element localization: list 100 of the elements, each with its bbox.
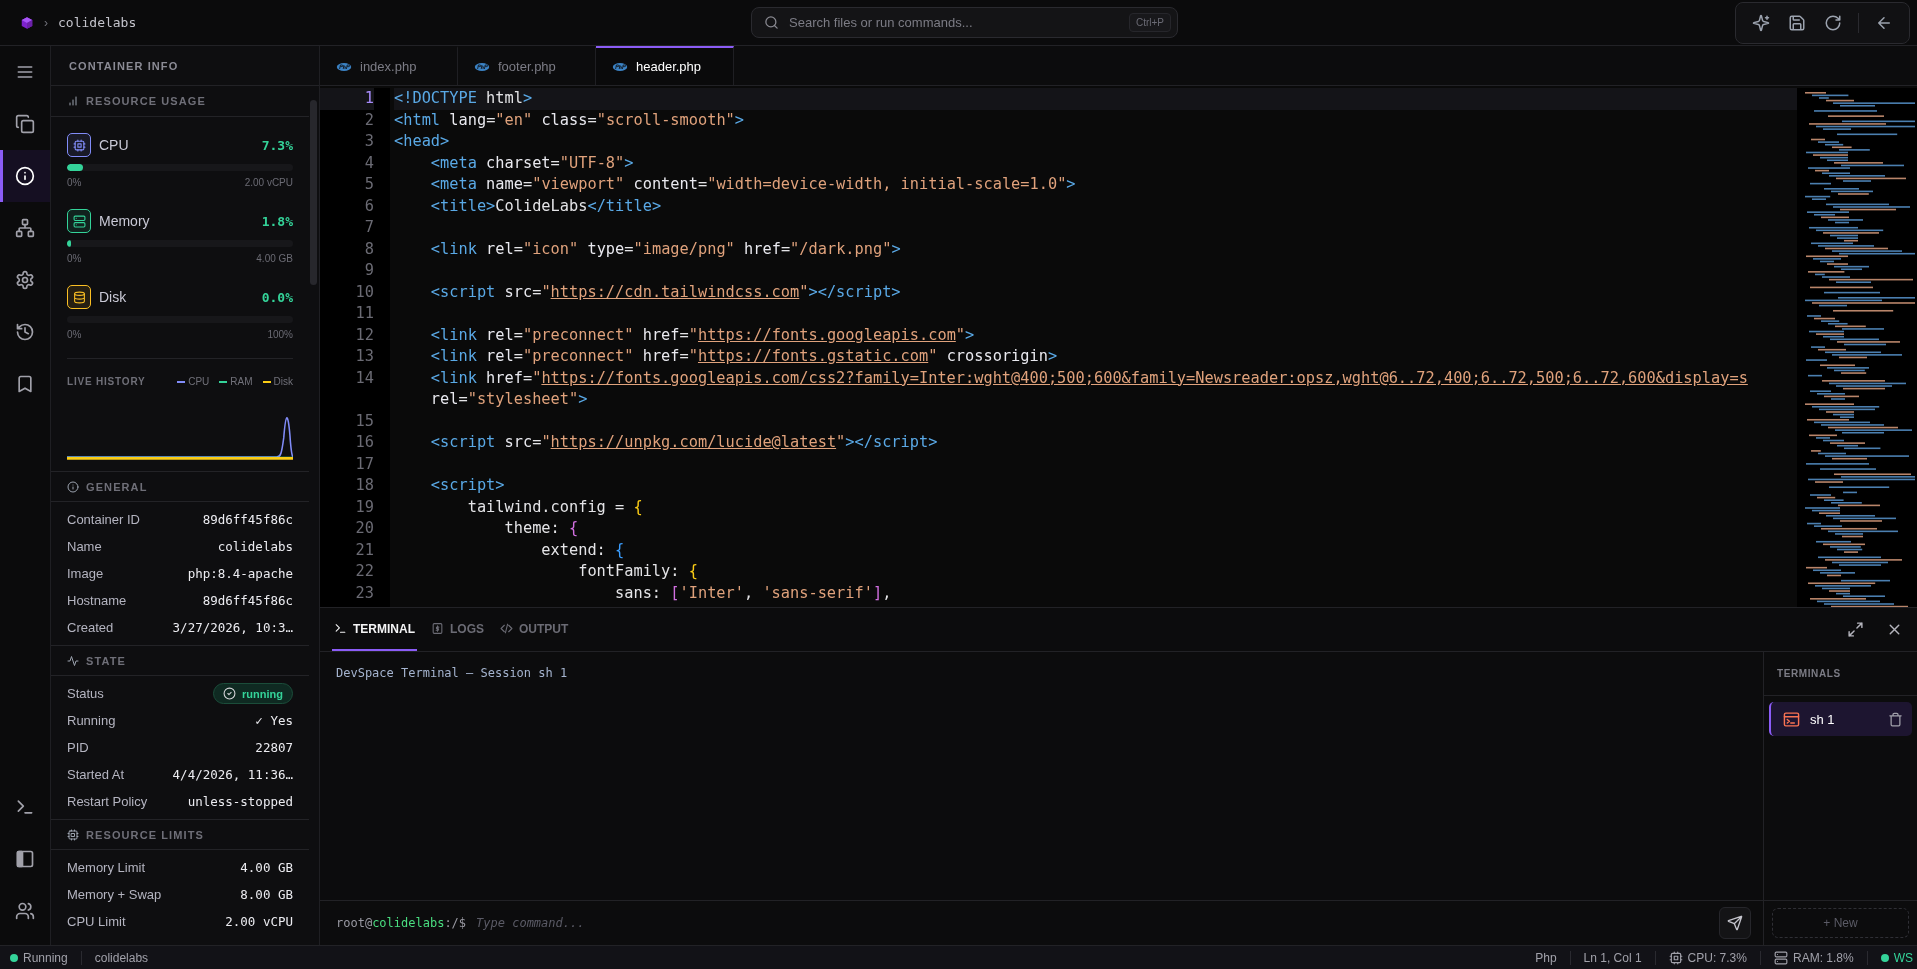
field-value: ✓ Yes <box>255 713 293 728</box>
meter-label: CPU <box>99 137 130 153</box>
line-number: 12 <box>354 324 374 346</box>
code-line: extend: { <box>540 539 626 561</box>
field-value: 3/27/2026, 10:3… <box>172 620 293 635</box>
file-type-icon <box>474 61 490 72</box>
legend-label: CPU <box>188 376 210 387</box>
settings-icon <box>15 270 35 290</box>
status-text: Running <box>23 950 68 965</box>
meter-label: Memory <box>99 213 151 229</box>
line-number: 19 <box>354 496 374 518</box>
minimap[interactable] <box>1797 88 1917 607</box>
line-number: 14 <box>354 367 374 389</box>
project-name[interactable]: colidelabs <box>58 15 137 30</box>
status-text: running <box>242 687 283 700</box>
code-line: sans: ['Inter', 'sans-serif'], <box>614 582 893 604</box>
search-input[interactable]: Search files or run commands... <box>787 14 1121 31</box>
command-input[interactable]: Type command... <box>474 915 1711 931</box>
field-value: colidelabs <box>217 539 293 554</box>
scale-max: 2.00 vCPU <box>244 177 293 188</box>
field-label: Restart Policy <box>67 794 148 809</box>
line-number: 9 <box>363 260 374 281</box>
file-type-icon <box>336 61 352 72</box>
meter-reading: 0.0% <box>261 289 293 305</box>
line-number: 1 <box>320 88 374 110</box>
field-label: Memory + Swap <box>67 887 162 902</box>
chart-title: LIVE HISTORY <box>67 376 146 387</box>
field-value: php:8.4-apache <box>187 566 293 581</box>
terminal-window-icon <box>1783 710 1800 728</box>
panel-tab[interactable]: LOGS <box>429 608 486 651</box>
file-tab[interactable]: header.php <box>596 46 734 85</box>
database-icon <box>72 290 86 304</box>
file-tab[interactable]: index.php <box>320 46 458 85</box>
chip-icon <box>1668 950 1683 965</box>
code-line: <link rel="preconnect" href="https://fonts.gstatic.com" crossorigin> <box>429 346 1059 367</box>
meter-label: Disk <box>99 289 128 305</box>
code-line: rel="stylesheet"> <box>429 389 589 410</box>
line-number: 5 <box>363 174 374 195</box>
send-icon <box>1727 915 1743 931</box>
field-label: CPU Limit <box>67 914 126 929</box>
terminal-output-line: DevSpace Terminal — Session sh 1 <box>336 666 569 680</box>
save-icon <box>1788 13 1806 32</box>
search-icon <box>764 15 779 30</box>
maximize-button[interactable] <box>1847 621 1864 638</box>
line-number: 22 <box>354 561 374 582</box>
legend-label: RAM <box>230 376 253 387</box>
new-terminal-button[interactable]: + New <box>1772 908 1909 938</box>
file-type-icon <box>612 61 628 72</box>
status-dot <box>1880 953 1889 962</box>
field-label: Container ID <box>67 512 140 527</box>
field-value: 22807 <box>255 740 293 755</box>
receipt-icon <box>431 622 444 635</box>
status-text: RAM: 1.8% <box>1792 950 1854 965</box>
field-value: unless-stopped <box>187 794 293 809</box>
field-label: Running <box>67 713 116 728</box>
sidebar-panel-icon <box>15 849 35 869</box>
scale-min: 0% <box>67 253 82 264</box>
field-label: Hostname <box>67 593 127 608</box>
meter-reading: 1.8% <box>261 213 293 229</box>
status-text: WS <box>1893 950 1913 965</box>
server-icon <box>72 214 86 228</box>
line-number: 23 <box>354 582 374 604</box>
scale-min: 0% <box>67 329 82 340</box>
panel-title: CONTAINER INFO <box>69 59 179 72</box>
sitemap-icon <box>15 218 35 238</box>
shortcut-hint: Ctrl+P <box>1128 13 1171 32</box>
scale-max: 100% <box>267 329 293 340</box>
send-button[interactable] <box>1719 907 1751 939</box>
status-text: Ln 1, Col 1 <box>1583 950 1642 965</box>
line-number: 20 <box>354 518 374 539</box>
maximize-icon <box>1847 621 1864 638</box>
code-line: <html lang="en" class="scroll-smooth"> <box>394 109 746 131</box>
search-field[interactable]: Search files or run commands... Ctrl+P <box>751 7 1178 38</box>
field-label: Memory Limit <box>67 860 145 875</box>
bookmark-icon <box>15 374 35 394</box>
line-number: 13 <box>354 346 374 367</box>
trash-icon <box>1888 711 1903 727</box>
code-icon <box>500 622 513 635</box>
field-label: PID <box>67 740 89 755</box>
panel-tab[interactable]: OUTPUT <box>498 608 571 651</box>
line-number: 10 <box>354 281 374 303</box>
scale-max: 4.00 GB <box>256 253 293 264</box>
status-text: colidelabs <box>94 950 149 965</box>
line-number: 8 <box>363 238 374 260</box>
line-number: 11 <box>354 303 374 324</box>
server-icon <box>1773 950 1788 965</box>
section-title: RESOURCE USAGE <box>86 95 206 107</box>
terminal-session-item[interactable]: sh 1 <box>1769 702 1912 736</box>
panel-tab[interactable]: TERMINAL <box>332 608 417 651</box>
line-number: 7 <box>363 217 374 238</box>
cube-logo-icon <box>20 15 34 30</box>
code-line: <script> <box>429 475 506 496</box>
info-icon <box>67 480 79 493</box>
line-number: 4 <box>363 152 374 174</box>
copy-icon <box>15 114 35 134</box>
legend-label: Disk <box>273 376 293 387</box>
shell-prompt: root@colidelabs:/$ <box>336 916 467 930</box>
field-label: Status <box>67 686 104 701</box>
delete-button[interactable] <box>1888 711 1903 727</box>
activity-bar-button[interactable] <box>0 150 50 202</box>
